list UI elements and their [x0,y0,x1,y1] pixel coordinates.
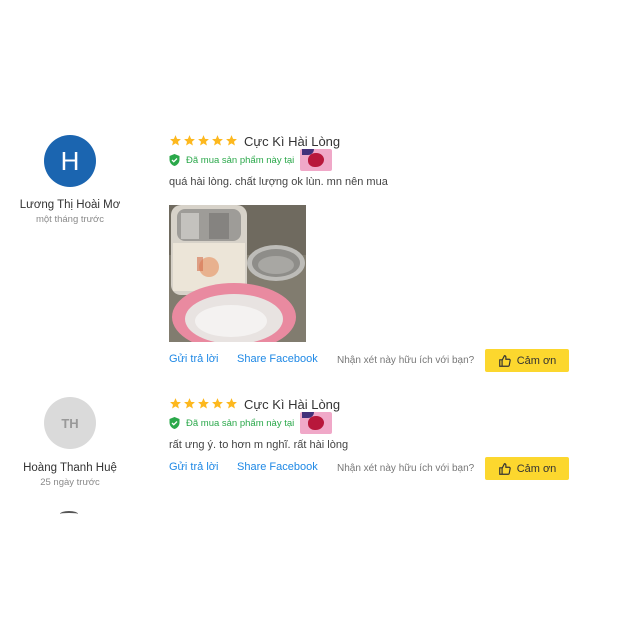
verified-label: Đã mua sản phẩm này tại [186,154,295,166]
star-icon [184,135,195,146]
star-icon [184,398,195,409]
avatar-initials: TH [61,415,79,431]
star-icon [212,135,223,146]
thanks-label: Cảm ơn [516,462,557,475]
review-comment: rất ưng ý. to hơn m nghĩ. rất hài lòng [169,439,349,451]
avatar: TH [44,397,96,449]
verified-purchase: Đã mua sản phẩm này tại [169,149,333,171]
seller-logo[interactable] [300,412,333,434]
star-icon [170,398,181,409]
thanks-button[interactable]: Cảm ơn [485,457,569,480]
helpful-question: Nhận xét này hữu ích với bạn? [337,463,475,474]
share-facebook-link[interactable]: Share Facebook [237,461,318,473]
star-icon [170,135,181,146]
reply-link[interactable]: Gửi trả lời [169,461,218,473]
review-time: 25 ngày trước [40,477,100,488]
avatar-initial: H [60,145,80,176]
reviewer-name: Lương Thị Hoài Mơ [19,199,121,211]
seller-logo[interactable] [300,149,333,171]
review-comment: quá hài lòng. chất lượng ok lùn. mn nên … [169,176,388,188]
reviewer-name: Hoàng Thanh Huệ [23,462,117,474]
star-rating [169,397,238,410]
review-time: một tháng trước [35,214,105,225]
next-review-avatar-edge [60,511,78,517]
shield-check-icon [169,417,180,429]
helpful-question: Nhận xét này hữu ích với bạn? [337,355,475,366]
star-icon [198,135,209,146]
reply-link[interactable]: Gửi trả lời [169,353,218,365]
share-facebook-link[interactable]: Share Facebook [237,353,318,365]
thumbs-up-icon [498,354,511,367]
thanks-label: Cảm ơn [516,354,557,367]
thumbs-up-icon [498,462,511,475]
avatar: H [44,135,96,187]
review-photo[interactable] [169,205,306,342]
star-rating [169,134,238,147]
product-photo-image [169,205,306,342]
verified-label: Đã mua sản phẩm này tại [186,417,295,429]
star-icon [226,398,237,409]
star-icon [198,398,209,409]
verified-purchase: Đã mua sản phẩm này tại [169,412,333,434]
review-title: Cực Kì Hài Lòng [244,134,341,149]
shield-check-icon [169,154,180,166]
review-title: Cực Kì Hài Lòng [244,397,341,412]
star-icon [226,135,237,146]
thanks-button[interactable]: Cảm ơn [485,349,569,372]
star-icon [212,398,223,409]
